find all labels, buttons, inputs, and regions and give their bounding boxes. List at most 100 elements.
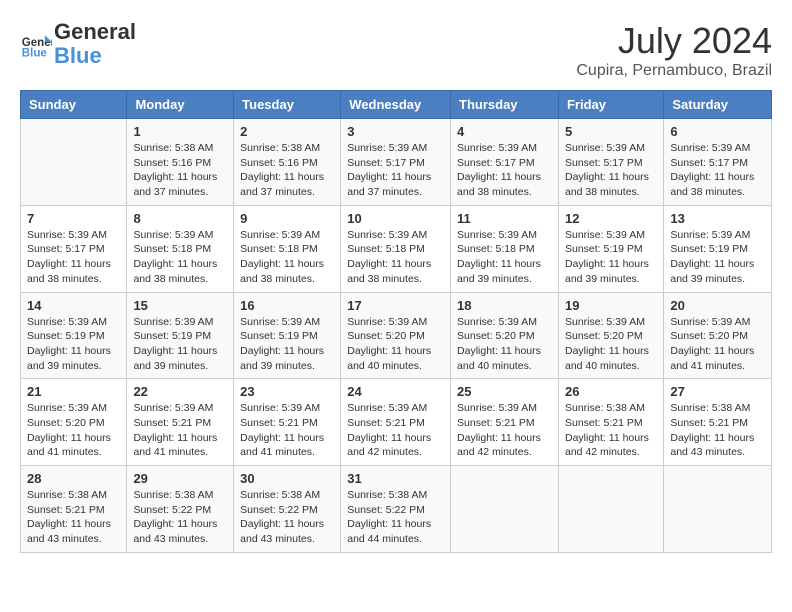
calendar-cell: 16 Sunrise: 5:39 AM Sunset: 5:19 PM Dayli… [234, 292, 341, 379]
logo-text: General Blue [54, 20, 136, 68]
calendar-week-row: 28Sunrise: 5:38 AM Sunset: 5:21 PM Dayli… [21, 466, 772, 553]
day-number: 14 [27, 298, 120, 313]
day-info: Sunrise: 5:39 AM Sunset: 5:20 PM Dayligh… [670, 315, 765, 374]
day-info: Sunrise: 5:39 AM Sunset: 5:19 PM Dayligh… [27, 315, 120, 374]
calendar-cell: 9 Sunrise: 5:39 AM Sunset: 5:18 PM Daylig… [234, 205, 341, 292]
calendar-cell: 5 Sunrise: 5:39 AM Sunset: 5:17 PM Daylig… [558, 119, 663, 206]
calendar-cell: 3 Sunrise: 5:39 AM Sunset: 5:17 PM Daylig… [341, 119, 451, 206]
day-number: 20 [670, 298, 765, 313]
day-info: Sunrise: 5:39 AM Sunset: 5:19 PM Dayligh… [133, 315, 227, 374]
day-info: Sunrise: 5:39 AM Sunset: 5:18 PM Dayligh… [457, 228, 552, 287]
day-number: 16 [240, 298, 334, 313]
calendar-cell: 18 Sunrise: 5:39 AM Sunset: 5:20 PM Dayli… [451, 292, 559, 379]
day-number: 4 [457, 124, 552, 139]
calendar-cell: 10Sunrise: 5:39 AM Sunset: 5:18 PM Dayli… [341, 205, 451, 292]
day-number: 26 [565, 384, 657, 399]
calendar-cell: 1Sunrise: 5:38 AM Sunset: 5:16 PM Daylig… [127, 119, 234, 206]
day-number: 21 [27, 384, 120, 399]
day-info: Sunrise: 5:39 AM Sunset: 5:20 PM Dayligh… [347, 315, 444, 374]
calendar-cell: 29Sunrise: 5:38 AM Sunset: 5:22 PM Dayli… [127, 466, 234, 553]
calendar-cell: 17 Sunrise: 5:39 AM Sunset: 5:20 PM Dayli… [341, 292, 451, 379]
day-number: 22 [133, 384, 227, 399]
day-number: 17 [347, 298, 444, 313]
day-number: 28 [27, 471, 120, 486]
calendar-cell [558, 466, 663, 553]
day-info: Sunrise: 5:39 AM Sunset: 5:21 PM Dayligh… [240, 401, 334, 460]
logo: General Blue General Blue [20, 20, 136, 68]
day-info: Sunrise: 5:39 AM Sunset: 5:21 PM Dayligh… [347, 401, 444, 460]
day-of-week-header: Saturday [664, 91, 772, 119]
calendar-cell: 28Sunrise: 5:38 AM Sunset: 5:21 PM Dayli… [21, 466, 127, 553]
logo-icon: General Blue [20, 28, 52, 60]
calendar-cell: 6 Sunrise: 5:39 AM Sunset: 5:17 PM Daylig… [664, 119, 772, 206]
day-number: 13 [670, 211, 765, 226]
day-of-week-header: Friday [558, 91, 663, 119]
day-info: Sunrise: 5:39 AM Sunset: 5:18 PM Dayligh… [133, 228, 227, 287]
day-number: 25 [457, 384, 552, 399]
calendar-cell: 12Sunrise: 5:39 AM Sunset: 5:19 PM Dayli… [558, 205, 663, 292]
day-info: Sunrise: 5:38 AM Sunset: 5:21 PM Dayligh… [670, 401, 765, 460]
day-of-week-header: Tuesday [234, 91, 341, 119]
day-info: Sunrise: 5:39 AM Sunset: 5:20 PM Dayligh… [27, 401, 120, 460]
location: Cupira, Pernambuco, Brazil [576, 62, 772, 80]
day-number: 11 [457, 211, 552, 226]
day-of-week-header: Thursday [451, 91, 559, 119]
day-info: Sunrise: 5:38 AM Sunset: 5:16 PM Dayligh… [240, 141, 334, 200]
calendar-table: SundayMondayTuesdayWednesdayThursdayFrid… [20, 90, 772, 553]
day-info: Sunrise: 5:39 AM Sunset: 5:19 PM Dayligh… [670, 228, 765, 287]
day-info: Sunrise: 5:38 AM Sunset: 5:21 PM Dayligh… [565, 401, 657, 460]
calendar-cell: 11 Sunrise: 5:39 AM Sunset: 5:18 PM Dayli… [451, 205, 559, 292]
day-info: Sunrise: 5:39 AM Sunset: 5:21 PM Dayligh… [133, 401, 227, 460]
day-info: Sunrise: 5:39 AM Sunset: 5:20 PM Dayligh… [565, 315, 657, 374]
calendar-cell: 14 Sunrise: 5:39 AM Sunset: 5:19 PM Dayli… [21, 292, 127, 379]
calendar-cell: 24 Sunrise: 5:39 AM Sunset: 5:21 PM Dayli… [341, 379, 451, 466]
day-number: 2 [240, 124, 334, 139]
calendar-cell: 8 Sunrise: 5:39 AM Sunset: 5:18 PM Daylig… [127, 205, 234, 292]
day-info: Sunrise: 5:38 AM Sunset: 5:22 PM Dayligh… [347, 488, 444, 547]
calendar-cell: 7Sunrise: 5:39 AM Sunset: 5:17 PM Daylig… [21, 205, 127, 292]
day-number: 29 [133, 471, 227, 486]
calendar-cell: 15 Sunrise: 5:39 AM Sunset: 5:19 PM Dayli… [127, 292, 234, 379]
calendar-cell: 27 Sunrise: 5:38 AM Sunset: 5:21 PM Dayli… [664, 379, 772, 466]
day-number: 5 [565, 124, 657, 139]
calendar-cell [664, 466, 772, 553]
calendar-cell: 4Sunrise: 5:39 AM Sunset: 5:17 PM Daylig… [451, 119, 559, 206]
day-info: Sunrise: 5:39 AM Sunset: 5:17 PM Dayligh… [565, 141, 657, 200]
day-number: 27 [670, 384, 765, 399]
day-number: 10 [347, 211, 444, 226]
day-info: Sunrise: 5:39 AM Sunset: 5:19 PM Dayligh… [565, 228, 657, 287]
calendar-week-row: 7Sunrise: 5:39 AM Sunset: 5:17 PM Daylig… [21, 205, 772, 292]
day-number: 24 [347, 384, 444, 399]
calendar-cell: 2 Sunrise: 5:38 AM Sunset: 5:16 PM Daylig… [234, 119, 341, 206]
calendar-cell: 25 Sunrise: 5:39 AM Sunset: 5:21 PM Dayli… [451, 379, 559, 466]
calendar-week-row: 21 Sunrise: 5:39 AM Sunset: 5:20 PM Dayli… [21, 379, 772, 466]
calendar-cell: 31Sunrise: 5:38 AM Sunset: 5:22 PM Dayli… [341, 466, 451, 553]
day-info: Sunrise: 5:38 AM Sunset: 5:16 PM Dayligh… [133, 141, 227, 200]
calendar-cell [451, 466, 559, 553]
day-number: 3 [347, 124, 444, 139]
day-number: 18 [457, 298, 552, 313]
day-info: Sunrise: 5:39 AM Sunset: 5:21 PM Dayligh… [457, 401, 552, 460]
calendar-cell: 23 Sunrise: 5:39 AM Sunset: 5:21 PM Dayli… [234, 379, 341, 466]
day-info: Sunrise: 5:39 AM Sunset: 5:18 PM Dayligh… [240, 228, 334, 287]
calendar-cell: 26 Sunrise: 5:38 AM Sunset: 5:21 PM Dayli… [558, 379, 663, 466]
day-of-week-header: Wednesday [341, 91, 451, 119]
day-number: 30 [240, 471, 334, 486]
calendar-week-row: 1Sunrise: 5:38 AM Sunset: 5:16 PM Daylig… [21, 119, 772, 206]
title-block: July 2024 Cupira, Pernambuco, Brazil [576, 20, 772, 80]
day-number: 6 [670, 124, 765, 139]
day-info: Sunrise: 5:39 AM Sunset: 5:17 PM Dayligh… [347, 141, 444, 200]
day-of-week-header: Monday [127, 91, 234, 119]
calendar-cell: 30Sunrise: 5:38 AM Sunset: 5:22 PM Dayli… [234, 466, 341, 553]
day-info: Sunrise: 5:39 AM Sunset: 5:17 PM Dayligh… [670, 141, 765, 200]
day-number: 9 [240, 211, 334, 226]
day-info: Sunrise: 5:39 AM Sunset: 5:20 PM Dayligh… [457, 315, 552, 374]
day-number: 19 [565, 298, 657, 313]
calendar-cell: 22 Sunrise: 5:39 AM Sunset: 5:21 PM Dayli… [127, 379, 234, 466]
day-number: 23 [240, 384, 334, 399]
day-info: Sunrise: 5:39 AM Sunset: 5:19 PM Dayligh… [240, 315, 334, 374]
calendar-cell: 21 Sunrise: 5:39 AM Sunset: 5:20 PM Dayli… [21, 379, 127, 466]
page-header: General Blue General Blue July 2024 Cupi… [20, 20, 772, 80]
day-number: 8 [133, 211, 227, 226]
day-number: 15 [133, 298, 227, 313]
